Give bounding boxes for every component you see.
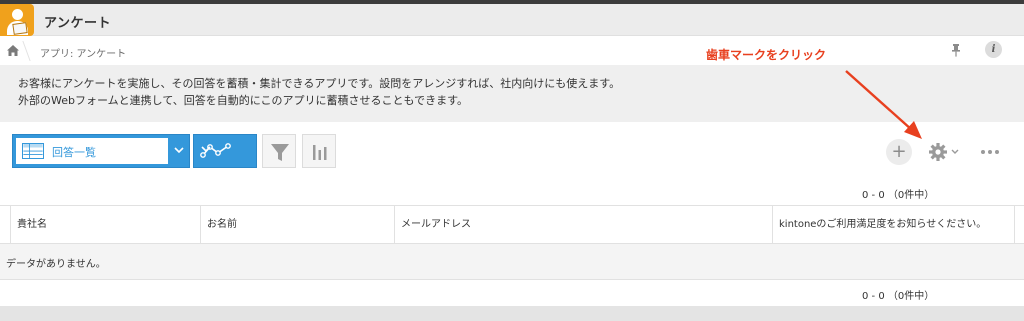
app-titlebar: アンケート <box>0 4 1024 36</box>
chevron-down-icon <box>174 147 184 154</box>
view-select-dropdown[interactable]: 回答一覧 <box>12 134 190 168</box>
app-description: お客様にアンケートを実施し、その回答を蓄積・集計できるアプリです。設問をアレンジ… <box>0 65 1024 122</box>
app-icon-head <box>12 9 23 20</box>
view-select-inner: 回答一覧 <box>16 138 168 164</box>
annotation-label: 歯車マークをクリック <box>706 48 827 62</box>
column-header-spacer <box>1014 206 1024 244</box>
plus-icon: + <box>891 141 907 162</box>
pagination-count-bottom: 0 - 0 （0件中） <box>862 291 935 302</box>
app-title: アンケート <box>44 16 111 31</box>
kintone-app-page: アンケート アプリ: アンケート i 歯車マークをクリック お客様にアンケートを… <box>0 0 1024 321</box>
bottom-strip <box>0 306 1024 321</box>
column-header-email[interactable]: メールアドレス <box>394 206 772 244</box>
description-line-1: お客様にアンケートを実施し、その回答を蓄積・集計できるアプリです。設問をアレンジ… <box>18 77 621 90</box>
filter-button[interactable] <box>262 134 296 168</box>
home-icon[interactable] <box>6 44 20 57</box>
more-icon <box>981 150 999 154</box>
graph-dropdown-button[interactable] <box>193 134 257 168</box>
breadcrumb: アプリ: アンケート i <box>0 37 1024 65</box>
table-empty-row: データがありません。 <box>0 244 1024 280</box>
view-toolbar: 回答一覧 + <box>0 122 1024 182</box>
filter-icon <box>271 144 289 161</box>
pagination-count-top: 0 - 0 （0件中） <box>862 190 935 201</box>
view-select-label: 回答一覧 <box>52 146 96 159</box>
app-icon-clipboard <box>12 22 28 35</box>
app-icon[interactable] <box>0 4 34 36</box>
column-header-satisfaction[interactable]: kintoneのご利用満足度をお知らせください。 <box>772 206 1014 244</box>
table-header: 貴社名 お名前 メールアドレス kintoneのご利用満足度をお知らせください。 <box>0 205 1024 244</box>
chevron-down-icon <box>201 146 211 153</box>
gear-icon <box>929 143 959 161</box>
description-line-2: 外部のWebフォームと連携して、回答を自動的にこのアプリに蓄積させることもできま… <box>18 94 469 107</box>
graph-chart-button[interactable] <box>302 134 336 168</box>
column-header-name[interactable]: お名前 <box>200 206 394 244</box>
breadcrumb-separator <box>22 41 31 61</box>
bar-chart-icon <box>313 145 327 160</box>
breadcrumb-app-link[interactable]: アプリ: アンケート <box>40 45 126 60</box>
pin-icon[interactable] <box>950 43 962 57</box>
empty-message: データがありません。 <box>6 259 106 270</box>
column-header-company[interactable]: 貴社名 <box>10 206 200 244</box>
info-icon[interactable]: i <box>985 41 1002 58</box>
more-options-button[interactable] <box>978 144 1002 160</box>
list-view-icon <box>22 143 44 159</box>
add-record-button[interactable]: + <box>886 139 912 165</box>
records-table: 貴社名 お名前 メールアドレス kintoneのご利用満足度をお知らせください。… <box>0 205 1024 280</box>
app-settings-button[interactable] <box>927 140 963 164</box>
